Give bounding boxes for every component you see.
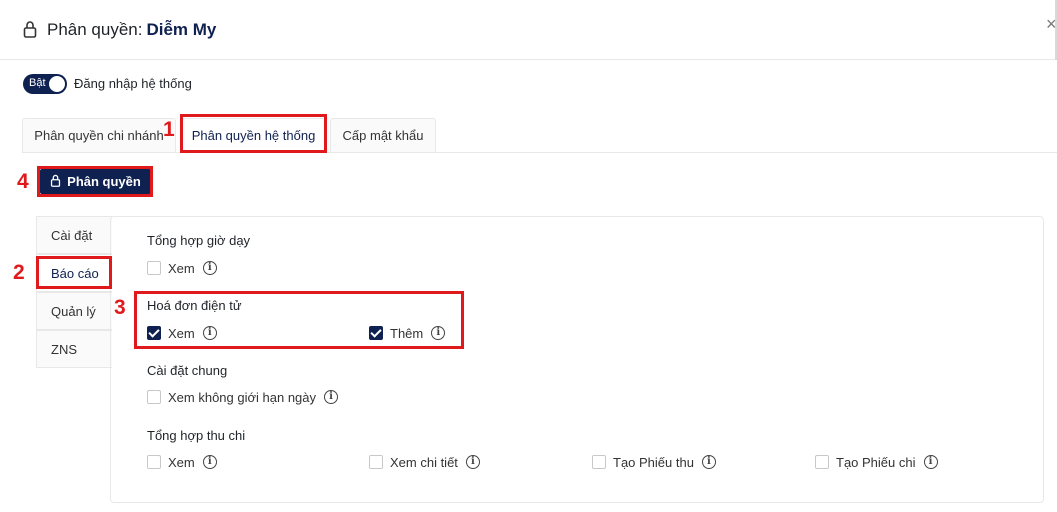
lock-icon	[23, 20, 37, 43]
permission-option[interactable]: Xem không giới hạn ngày i	[147, 388, 339, 406]
permission-option[interactable]: Tạo Phiếu thu i	[592, 453, 716, 471]
group-title: Tổng hợp thu chi	[147, 428, 246, 443]
checkbox[interactable]	[147, 455, 161, 469]
option-label: Tạo Phiếu thu	[613, 454, 694, 470]
permission-sidebar: Cài đặt Báo cáo Quản lý ZNS	[36, 216, 112, 368]
permission-option[interactable]: Xem i	[147, 259, 217, 277]
dialog-header: Phân quyền: Diễm My ×	[0, 0, 1057, 60]
info-icon[interactable]: i	[701, 455, 716, 469]
checkbox[interactable]	[592, 455, 606, 469]
sidebar-item-zns[interactable]: ZNS	[36, 330, 112, 368]
permission-option[interactable]: Xem chi tiết i	[369, 453, 480, 471]
info-icon[interactable]: i	[465, 455, 480, 469]
dialog-title: Phân quyền: Diễm My	[47, 20, 216, 40]
annotation-number-2: 2	[13, 261, 25, 284]
sidebar-item-settings[interactable]: Cài đặt	[36, 216, 112, 254]
checkbox[interactable]	[369, 455, 383, 469]
checkbox[interactable]	[147, 261, 161, 275]
option-label: Xem không giới hạn ngày	[168, 389, 317, 405]
annotation-number-4: 4	[17, 170, 29, 193]
tab-password[interactable]: Cấp mật khẩu	[330, 118, 436, 153]
annotation-box-4	[37, 166, 153, 197]
toggle-knob	[49, 76, 65, 92]
group-title: Cài đặt chung	[147, 363, 228, 378]
info-icon[interactable]: i	[202, 261, 217, 275]
permission-option[interactable]: Xem i	[147, 453, 217, 471]
tabs-divider	[22, 152, 1057, 153]
option-label: Tạo Phiếu chi	[836, 454, 916, 470]
option-label: Xem chi tiết	[390, 454, 458, 470]
user-name: Diễm My	[146, 20, 217, 39]
option-label: Xem	[168, 260, 195, 276]
tab-branch-permission[interactable]: Phân quyền chi nhánh	[22, 118, 176, 153]
annotation-box-3	[134, 291, 464, 349]
permission-option[interactable]: Tạo Phiếu chi i	[815, 453, 938, 471]
option-label: Xem	[168, 454, 195, 470]
info-icon[interactable]: i	[923, 455, 938, 469]
annotation-box-1	[180, 114, 327, 153]
annotation-number-3: 3	[114, 296, 126, 319]
title-prefix: Phân quyền:	[47, 20, 143, 39]
login-toggle[interactable]: Bật	[23, 74, 67, 94]
checkbox[interactable]	[147, 390, 161, 404]
annotation-box-2	[36, 256, 112, 289]
info-icon[interactable]: i	[324, 390, 339, 404]
annotation-number-1: 1	[163, 118, 175, 141]
login-toggle-label: Đăng nhập hệ thống	[74, 76, 192, 91]
checkbox[interactable]	[815, 455, 829, 469]
group-title: Tổng hợp giờ dạy	[147, 233, 251, 248]
toggle-state-label: Bật	[29, 77, 46, 89]
info-icon[interactable]: i	[202, 455, 217, 469]
sidebar-item-management[interactable]: Quản lý	[36, 292, 112, 330]
